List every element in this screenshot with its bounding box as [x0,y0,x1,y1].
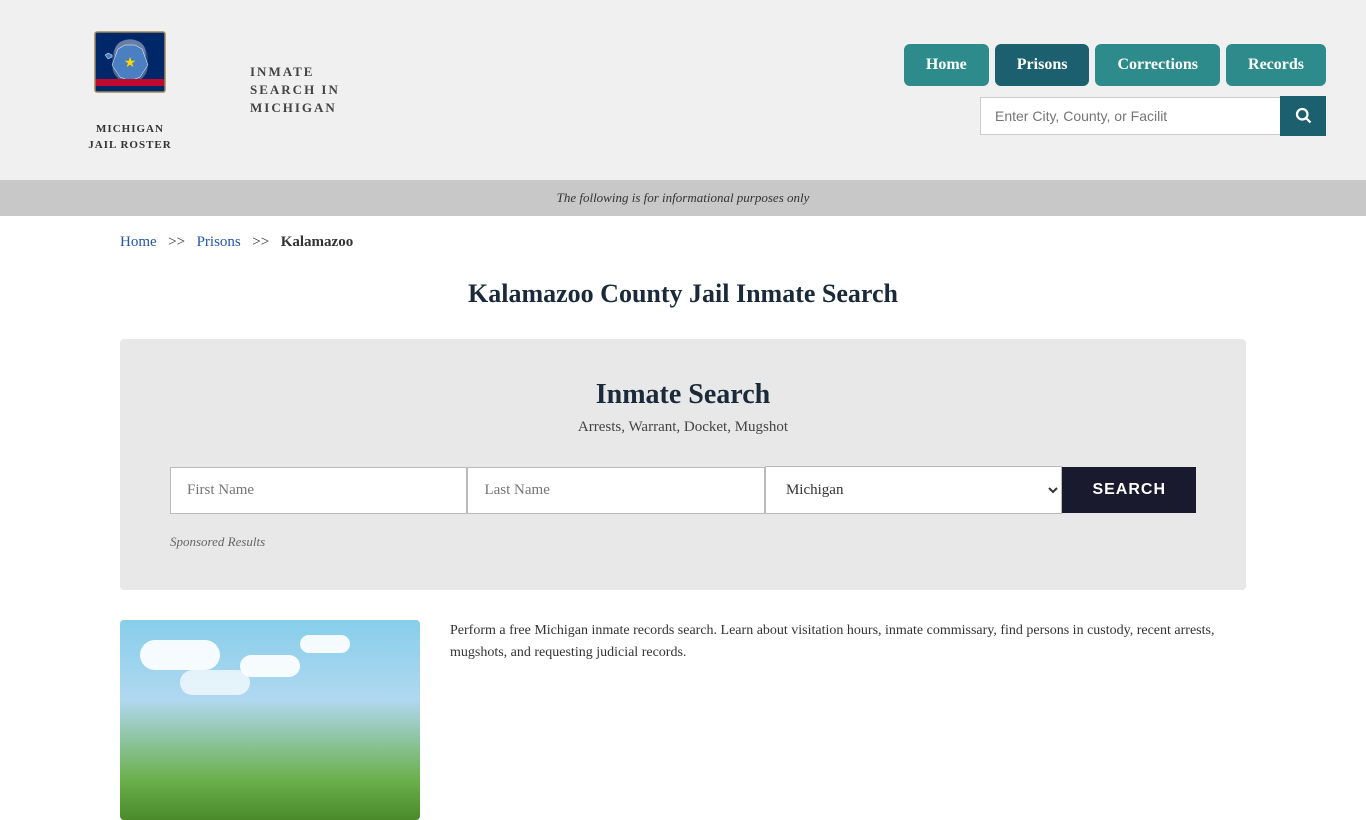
logo-text: MICHIGAN JAIL ROSTER [88,122,171,153]
inmate-search-button[interactable]: SEARCH [1062,467,1196,513]
last-name-input[interactable] [467,467,764,514]
nav-home-button[interactable]: Home [904,44,989,86]
header-search-bar [980,96,1326,136]
site-title: INMATE SEARCH IN MICHIGAN [250,63,370,118]
search-icon [1294,106,1312,124]
search-box-subtitle: Arrests, Warrant, Docket, Mugshot [170,419,1196,436]
nav-bar: Home Prisons Corrections Records [904,44,1326,86]
page-title: Kalamazoo County Jail Inmate Search [0,279,1366,309]
bottom-description: Perform a free Michigan inmate records s… [450,620,1246,665]
state-select[interactable]: Michigan [765,466,1062,514]
breadcrumb-home-link[interactable]: Home [120,234,157,250]
svg-text:★: ★ [124,56,137,71]
nav-records-button[interactable]: Records [1226,44,1326,86]
breadcrumb: Home >> Prisons >> Kalamazoo [0,216,1366,269]
breadcrumb-prisons-link[interactable]: Prisons [197,234,241,250]
sponsored-label: Sponsored Results [170,534,1196,550]
bottom-content: Perform a free Michigan inmate records s… [120,620,1246,820]
search-form: Michigan SEARCH [170,466,1196,514]
header-right: Home Prisons Corrections Records [904,44,1326,136]
search-box-title: Inmate Search [170,379,1196,411]
breadcrumb-separator-2: >> [249,234,273,250]
search-container: Inmate Search Arrests, Warrant, Docket, … [120,339,1246,590]
info-bar: The following is for informational purpo… [0,180,1366,216]
first-name-input[interactable] [170,467,467,514]
michigan-logo-icon: ★ [90,27,170,117]
logo-area: ★ MICHIGAN JAIL ROSTER [40,27,220,153]
info-bar-text: The following is for informational purpo… [557,190,810,205]
bottom-image [120,620,420,820]
header-search-button[interactable] [1280,96,1326,136]
breadcrumb-current: Kalamazoo [281,234,354,250]
nav-corrections-button[interactable]: Corrections [1095,44,1220,86]
header: ★ MICHIGAN JAIL ROSTER INMATE SEARCH IN … [0,0,1366,180]
nav-prisons-button[interactable]: Prisons [995,44,1090,86]
header-search-input[interactable] [980,97,1280,135]
breadcrumb-separator-1: >> [164,234,188,250]
